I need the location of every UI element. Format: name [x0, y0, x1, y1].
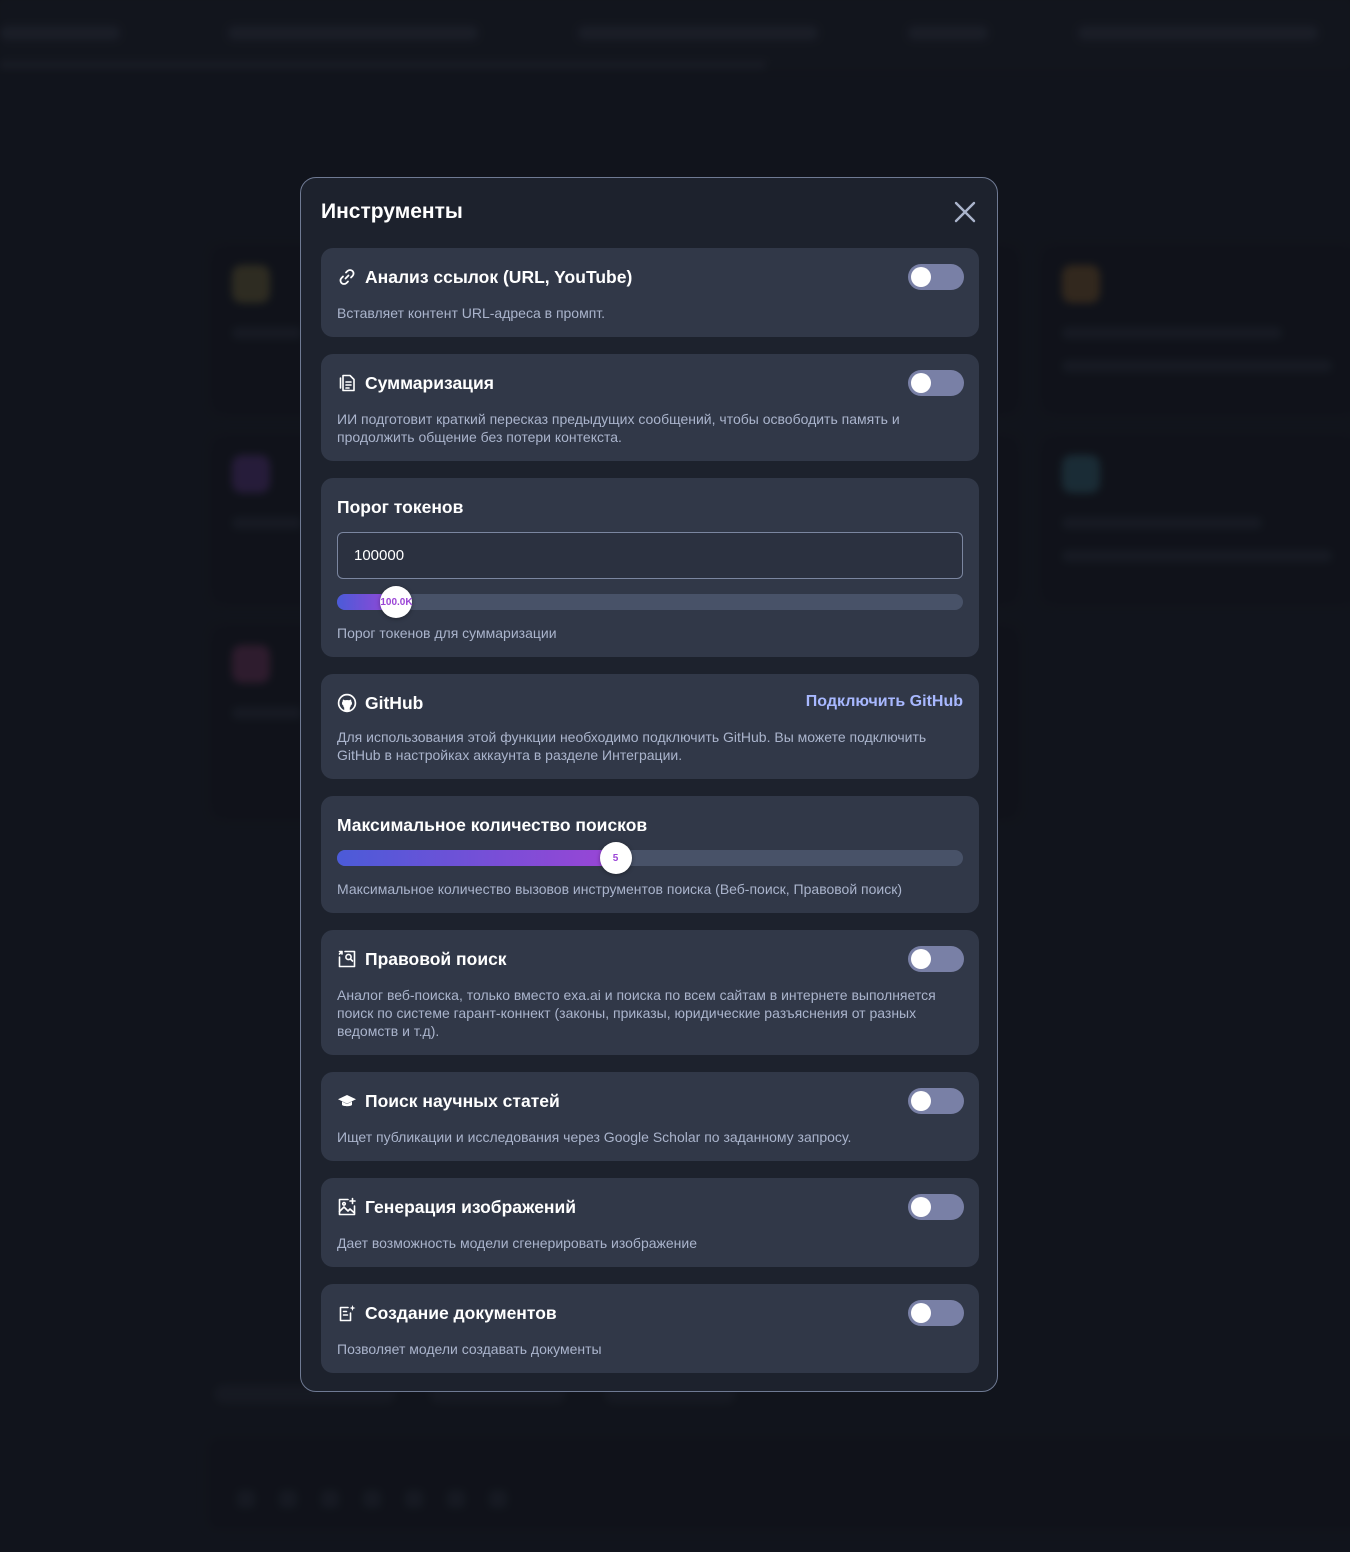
tool-title: Генерация изображений [365, 1196, 577, 1217]
tool-title: Создание документов [365, 1302, 557, 1323]
scholar-search-toggle[interactable] [908, 1088, 964, 1114]
github-icon [337, 693, 357, 713]
tool-description: Позволяет модели создавать документы [337, 1341, 602, 1357]
token-threshold-slider[interactable]: 100.0K [337, 586, 963, 618]
toggle-knob [911, 1197, 931, 1217]
close-icon [954, 201, 976, 223]
legal-search-icon [337, 949, 357, 969]
toggle-knob [911, 1091, 931, 1111]
tool-card-document-creation: Создание документов Позволяет модели соз… [321, 1284, 979, 1373]
slider-thumb[interactable]: 5 [599, 842, 632, 874]
tool-title: Правовой поиск [365, 948, 507, 969]
tool-card-url-analysis: Анализ ссылок (URL, YouTube) Вставляет к… [321, 248, 979, 337]
setting-title: Порог токенов [337, 496, 464, 517]
graduation-cap-icon [337, 1091, 357, 1111]
summary-document-icon [337, 373, 357, 393]
tool-title: Суммаризация [365, 372, 494, 393]
tool-title: Анализ ссылок (URL, YouTube) [365, 266, 633, 287]
toggle-knob [911, 373, 931, 393]
summarization-toggle[interactable] [908, 370, 964, 396]
tool-description: Аналог веб-поиска, только вместо exa.ai … [337, 987, 936, 1039]
document-creation-toggle[interactable] [908, 1300, 964, 1326]
tool-description: Вставляет контент URL-адреса в промпт. [337, 305, 606, 321]
close-button[interactable] [951, 198, 979, 226]
tool-description: ИИ подготовит краткий пересказ предыдущи… [337, 411, 900, 445]
tool-card-legal-search: Правовой поиск Аналог веб-поиска, только… [321, 930, 979, 1055]
tool-description: Дает возможность модели сгенерировать из… [337, 1235, 698, 1251]
setting-description: Максимальное количество вызовов инструме… [337, 881, 903, 897]
tools-modal: Инструменты Анализ ссылок (URL, YouTube)… [300, 177, 998, 1392]
connect-github-button[interactable]: Подключить GitHub [806, 693, 963, 711]
document-create-icon [337, 1303, 357, 1323]
slider-fill [337, 850, 616, 866]
toggle-knob [911, 267, 931, 287]
tool-title: Поиск научных статей [365, 1090, 560, 1111]
image-generation-toggle[interactable] [908, 1194, 964, 1220]
tool-description: Для использования этой функции необходим… [337, 729, 927, 763]
tool-title: GitHub [365, 692, 424, 713]
modal-title: Инструменты [321, 200, 463, 223]
slider-thumb[interactable]: 100.0K [380, 586, 413, 618]
tool-card-scholar-search: Поиск научных статей Ищет публикации и и… [321, 1072, 979, 1161]
setting-card-token-threshold: Порог токенов 100.0K Порог токенов для с… [321, 478, 979, 657]
image-generate-icon [337, 1197, 357, 1217]
legal-search-toggle[interactable] [908, 946, 964, 972]
tool-card-github: GitHub Подключить GitHub Для использован… [321, 674, 979, 779]
toggle-knob [911, 1303, 931, 1323]
setting-title: Максимальное количество поисков [337, 814, 648, 835]
setting-description: Порог токенов для суммаризации [337, 625, 557, 641]
url-analysis-toggle[interactable] [908, 264, 964, 290]
tool-description: Ищет публикации и исследования через Goo… [337, 1129, 852, 1145]
token-threshold-input[interactable] [337, 532, 963, 579]
tool-card-summarization: Суммаризация ИИ подготовит краткий перес… [321, 354, 979, 461]
tool-card-image-generation: Генерация изображений Дает возможность м… [321, 1178, 979, 1267]
link-icon [337, 267, 357, 287]
toggle-knob [911, 949, 931, 969]
max-searches-slider[interactable]: 5 [337, 842, 963, 874]
setting-card-max-searches: Максимальное количество поисков 5 Максим… [321, 796, 979, 913]
